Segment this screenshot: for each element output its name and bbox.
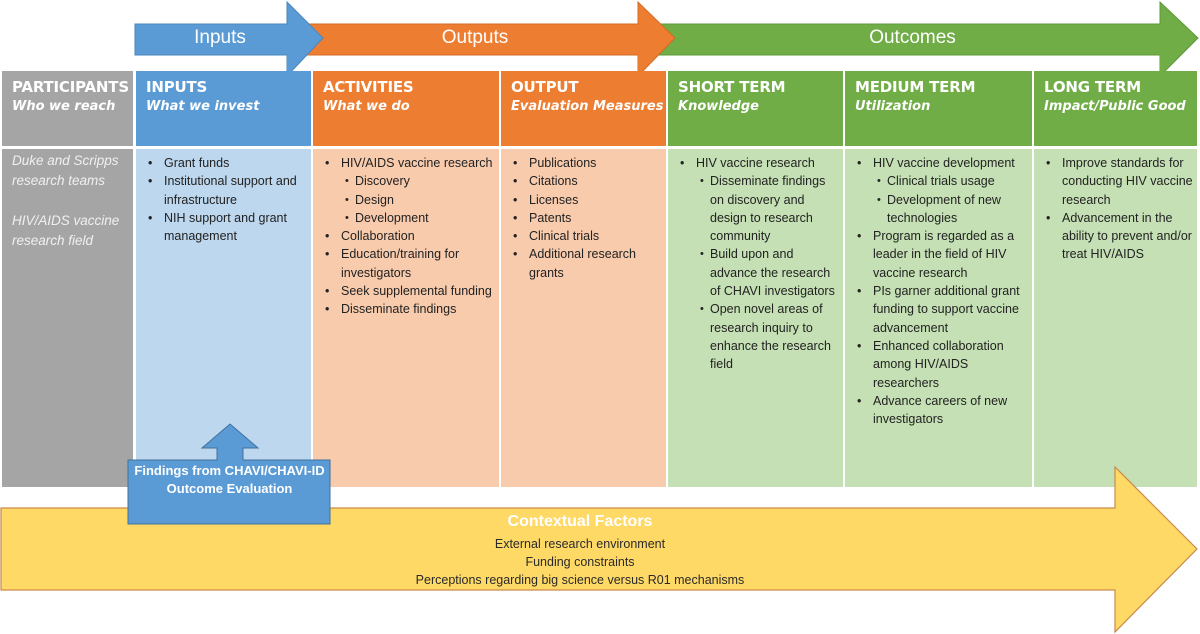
list-item: PIs garner additional grant funding to s… <box>857 282 1028 337</box>
inputs-body: Grant funds Institutional support and inf… <box>136 149 311 487</box>
sub-bullet-list: Disseminate findings on discovery and de… <box>696 172 839 373</box>
list-item-text: Grant funds <box>164 156 230 170</box>
list-item-text: HIV vaccine research <box>696 156 815 170</box>
medium-term-body: HIV vaccine development Clinical trials u… <box>845 149 1032 487</box>
list-item-text: PIs garner additional grant funding to s… <box>873 284 1020 335</box>
list-item-text: Publications <box>529 156 597 170</box>
list-item-text: Improve standards for conducting HIV vac… <box>1062 156 1193 207</box>
list-item: Education/training for investigators <box>325 245 495 282</box>
contextual-factors-title: Contextual Factors <box>507 513 653 530</box>
list-item: Publications <box>513 154 662 173</box>
sub-list-item: Development of new technologies <box>877 191 1028 228</box>
list-item-text: Disseminate findings <box>341 302 457 317</box>
findings-callout-text: Findings from CHAVI/CHAVI-ID Outcome Eva… <box>134 463 325 496</box>
long-term-header: LONG TERM Impact/Public Good <box>1034 71 1197 146</box>
list-item-text: HIV/AIDS vaccine research <box>341 156 493 170</box>
list-item-text: Institutional support and infrastructure <box>164 174 297 207</box>
participants-subtitle: Who we reach <box>12 99 116 114</box>
list-item: Seek supplemental funding <box>325 282 495 301</box>
sub-bullet-list: Clinical trials usageDevelopment of new … <box>873 172 1028 227</box>
list-item-text: Citations <box>529 174 578 189</box>
list-item-text: HIV vaccine development <box>873 156 1015 170</box>
list-item: Program is regarded as a leader in the f… <box>857 227 1028 282</box>
list-item-text: Advancement in the ability to prevent an… <box>1062 210 1192 262</box>
bullet-list: HIV vaccine research Disseminate findings… <box>678 154 839 374</box>
bullet-list: HIV vaccine development Clinical trials u… <box>855 154 1028 428</box>
sub-list-item: Clinical trials usage <box>877 172 1028 191</box>
list-item: Institutional support and infrastructure <box>148 172 307 209</box>
bullet-list: HIV/AIDS vaccine research DiscoveryDesign… <box>323 154 495 319</box>
list-item: Grant funds <box>148 154 307 173</box>
contextual-factor: Funding constraints <box>525 555 635 569</box>
list-item-text: Seek supplemental funding <box>341 284 492 299</box>
list-item-text: Patents <box>529 210 572 225</box>
list-item-text: Education/training for investigators <box>341 247 460 280</box>
medium-term-subtitle: Utilization <box>855 99 931 114</box>
participant-group: HIV/AIDS vaccine research field <box>12 213 120 248</box>
list-item: HIV/AIDS vaccine research DiscoveryDesign… <box>325 154 495 227</box>
activities-subtitle: What we do <box>323 99 410 114</box>
sub-list-item: Design <box>345 191 495 210</box>
participants-body: Duke and Scripps research teams HIV/AIDS… <box>2 149 133 487</box>
participant-group: Duke and Scripps research teams <box>12 153 119 188</box>
short-term-subtitle: Knowledge <box>678 99 759 114</box>
list-item: HIV vaccine research Disseminate findings… <box>680 154 839 374</box>
participants-title: PARTICIPANTS <box>12 78 129 96</box>
list-item: NIH support and grant management <box>148 209 307 246</box>
contextual-factor: Perceptions regarding big science versus… <box>415 573 745 587</box>
long-term-body: Improve standards for conducting HIV vac… <box>1034 149 1197 487</box>
short-term-body: HIV vaccine research Disseminate findings… <box>668 149 843 487</box>
list-item: Enhanced collaboration among HIV/AIDS re… <box>857 337 1028 392</box>
list-item-text: Clinical trials <box>529 229 600 244</box>
list-item-text: Enhanced collaboration among HIV/AIDS re… <box>873 338 1004 390</box>
list-item: Additional research grants <box>513 245 662 282</box>
sub-list-item: Discovery <box>345 172 495 191</box>
list-item: Licenses <box>513 191 662 210</box>
medium-term-header: MEDIUM TERM Utilization <box>845 71 1032 146</box>
activities-body: HIV/AIDS vaccine research DiscoveryDesign… <box>313 149 499 487</box>
inputs-subtitle: What we invest <box>146 99 260 114</box>
list-item-text: Program is regarded as a leader in the f… <box>873 229 1015 280</box>
inputs-title: INPUTS <box>146 78 208 96</box>
list-item-text: Collaboration <box>341 229 415 244</box>
activities-title: ACTIVITIES <box>323 78 414 96</box>
output-body: Publications Citations Licenses Patents Clin… <box>501 149 666 487</box>
inputs-header: INPUTS What we invest <box>136 71 311 146</box>
list-item: Advancement in the ability to prevent an… <box>1046 209 1193 264</box>
sub-list-item: Build upon and advance the research of C… <box>700 245 839 300</box>
output-header: OUTPUT Evaluation Measures <box>501 71 666 146</box>
outcomes-arrow-label: Outcomes <box>869 27 956 48</box>
list-item: Patents <box>513 209 662 228</box>
list-item: Clinical trials <box>513 227 662 246</box>
bullet-list: Grant funds Institutional support and inf… <box>146 154 307 245</box>
list-item-text: Advance careers of new investigators <box>873 393 1008 427</box>
bullet-list: Publications Citations Licenses Patents Clin… <box>511 154 662 282</box>
output-title: OUTPUT <box>511 78 579 96</box>
list-item-text: NIH support and grant management <box>164 210 287 244</box>
sub-list-item: Open novel areas of research inquiry to … <box>700 300 839 373</box>
list-item-text: Additional research grants <box>529 247 637 280</box>
activities-header: ACTIVITIES What we do <box>313 71 499 146</box>
sub-list-item: Development <box>345 209 495 228</box>
contextual-factor: External research environment <box>494 537 666 551</box>
sub-bullet-list: DiscoveryDesignDevelopment <box>341 172 495 227</box>
list-item: Collaboration <box>325 227 495 246</box>
bullet-list: Improve standards for conducting HIV vac… <box>1044 154 1193 264</box>
sub-list-item: Disseminate findings on discovery and de… <box>700 172 839 245</box>
list-item-text: Licenses <box>529 192 579 207</box>
short-term-header: SHORT TERM Knowledge <box>668 71 843 146</box>
list-item: Disseminate findings <box>325 300 495 319</box>
medium-term-title: MEDIUM TERM <box>855 78 976 96</box>
long-term-title: LONG TERM <box>1044 78 1142 96</box>
outputs-arrow-label: Outputs <box>441 27 509 48</box>
list-item: Improve standards for conducting HIV vac… <box>1046 154 1193 209</box>
list-item: HIV vaccine development Clinical trials u… <box>857 154 1028 227</box>
short-term-title: SHORT TERM <box>678 78 786 96</box>
participants-header: PARTICIPANTS Who we reach <box>2 71 133 146</box>
output-subtitle: Evaluation Measures <box>511 99 664 114</box>
inputs-arrow-label: Inputs <box>194 27 246 48</box>
list-item: Citations <box>513 172 662 191</box>
list-item: Advance careers of new investigators <box>857 392 1028 429</box>
long-term-subtitle: Impact/Public Good <box>1044 99 1186 114</box>
